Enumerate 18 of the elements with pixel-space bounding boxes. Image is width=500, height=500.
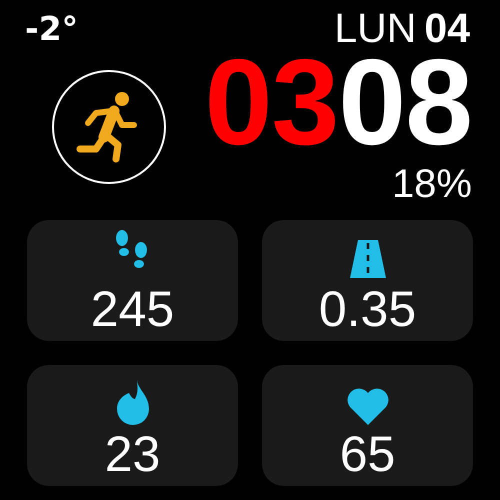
battery-level: 18% [392,164,472,204]
heart-value: 65 [340,429,396,479]
distance-value: 0.35 [318,284,416,334]
activity-button[interactable] [52,70,166,184]
flame-icon [114,379,150,425]
steps-tile[interactable]: 245 [27,220,238,341]
distance-tile[interactable]: 0.35 [262,220,473,341]
temperature: -2° [25,12,78,45]
weekday: LUN [334,8,416,49]
hours: 03 [204,48,338,158]
calories-tile[interactable]: 23 [27,365,238,486]
heart-icon [346,387,390,425]
minutes: 08 [338,48,472,158]
steps-value: 245 [90,284,174,334]
road-icon [348,240,388,280]
day-of-month: 04 [424,8,470,49]
calories-value: 23 [104,429,160,479]
heart-tile[interactable]: 65 [262,365,473,486]
